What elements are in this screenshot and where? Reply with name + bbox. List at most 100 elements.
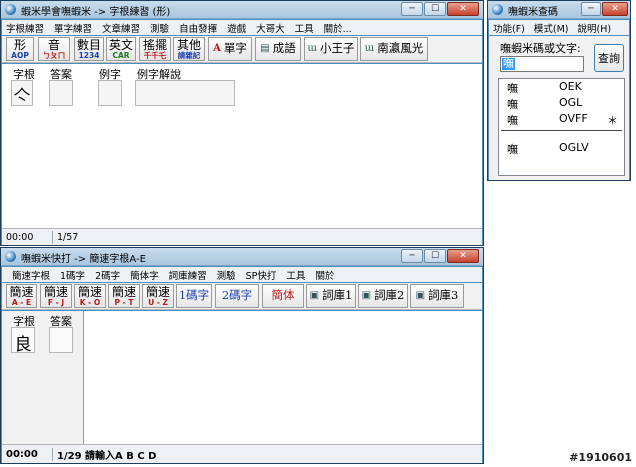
single-char-button[interactable]: A 單字 bbox=[208, 37, 252, 61]
tool-sublabel: ㄅㄆㄇ bbox=[42, 50, 66, 60]
root-char: 亽 bbox=[13, 87, 31, 107]
simplified-radicals-u-z-button[interactable]: 簡速 U - Z bbox=[142, 284, 174, 308]
maximize-button[interactable]: ☐ bbox=[424, 249, 446, 263]
minimize-button[interactable]: ─ bbox=[401, 249, 423, 263]
simplified-radicals-a-e-button[interactable]: 簡速 A - E bbox=[6, 284, 37, 308]
tool-sublabel: CAR bbox=[112, 50, 130, 60]
result-row[interactable]: 嘸 OGL bbox=[507, 96, 620, 111]
nanying-scenery-button[interactable]: ɯ 南瀛風光 bbox=[360, 37, 428, 61]
menu-item[interactable]: 關於 bbox=[315, 268, 334, 282]
tool-label: 簡速 bbox=[77, 284, 102, 299]
menu-item[interactable]: 文章練習 bbox=[102, 21, 140, 35]
dictionary-icon: ▣ bbox=[361, 290, 372, 301]
tool-label: 1碼字 bbox=[178, 288, 210, 303]
tool-sublabel: P - T bbox=[114, 297, 134, 307]
menu-item[interactable]: 說明(H) bbox=[578, 21, 612, 35]
simplified-radicals-f-j-button[interactable]: 簡速 F - J bbox=[40, 284, 72, 308]
menu-item[interactable]: 簡速字根 bbox=[12, 268, 50, 282]
menu-item[interactable]: SP快打 bbox=[246, 268, 277, 282]
lookup-input[interactable]: 嘸 bbox=[500, 56, 584, 72]
close-button[interactable]: ✕ bbox=[602, 2, 628, 16]
app-icon bbox=[492, 4, 503, 15]
query-button[interactable]: 查詢 bbox=[594, 44, 624, 72]
tool-label: 形 bbox=[13, 37, 26, 52]
tool-sublabel: A - E bbox=[11, 297, 32, 307]
dictionary-icon: ▣ bbox=[309, 290, 320, 301]
menu-item[interactable]: 2碼字 bbox=[95, 268, 120, 282]
tool-label: 2碼字 bbox=[221, 288, 253, 303]
result-row[interactable]: 嘸 OGLV bbox=[507, 141, 620, 156]
close-button[interactable]: ✕ bbox=[447, 2, 479, 16]
minimize-button[interactable]: ─ bbox=[401, 2, 423, 16]
menu-item[interactable]: 簡体字 bbox=[130, 268, 159, 282]
menu-item[interactable]: 自由發揮 bbox=[179, 21, 217, 35]
tool-label: 數目 bbox=[76, 37, 101, 52]
menu-item[interactable]: 單字練習 bbox=[54, 21, 92, 35]
tool-sublabel: F - J bbox=[47, 297, 65, 307]
book-icon: A bbox=[213, 43, 221, 54]
title-bar[interactable]: 嘸蝦米快打 -> 簡速字根A-E ─ ☐ ✕ bbox=[1, 248, 483, 266]
word-bank-1-button[interactable]: ▣ 詞庫1 bbox=[306, 284, 356, 308]
answer-field[interactable] bbox=[49, 80, 73, 106]
tool-sublabel: K - O bbox=[79, 297, 101, 307]
menu-item[interactable]: 工具 bbox=[286, 268, 305, 282]
tool-sublabel: 1234 bbox=[78, 50, 100, 60]
idiom-button[interactable]: ▤ 成語 bbox=[255, 37, 301, 61]
menu-item[interactable]: 大哥大 bbox=[256, 21, 285, 35]
minimize-button[interactable]: ─ bbox=[581, 2, 601, 16]
tool-label: 其他 bbox=[176, 37, 201, 52]
menu-item[interactable]: 關於... bbox=[324, 21, 352, 35]
tool-label: 詞庫1 bbox=[322, 288, 353, 303]
title-bar[interactable]: 蝦米學會嘸蝦米 -> 字根練習 (形) ─ ☐ ✕ bbox=[1, 1, 483, 19]
tool-label: 詞庫3 bbox=[428, 288, 459, 303]
quick-typing-window: 嘸蝦米快打 -> 簡速字根A-E ─ ☐ ✕ 簡速字根 1碼字 2碼字 簡体字 … bbox=[0, 247, 484, 464]
tool-label: 簡速 bbox=[43, 284, 68, 299]
menu-item[interactable]: 詞庫練習 bbox=[169, 268, 207, 282]
lookup-input-value: 嘸 bbox=[502, 57, 515, 70]
result-row[interactable]: 嘸 OEK bbox=[507, 80, 620, 95]
simplified-radicals-k-o-button[interactable]: 簡速 K - O bbox=[74, 284, 106, 308]
word-bank-3-button[interactable]: ▣ 詞庫3 bbox=[410, 284, 464, 308]
menu-item[interactable]: 1碼字 bbox=[60, 268, 85, 282]
one-code-char-button[interactable]: 1碼字 bbox=[176, 284, 212, 308]
menu-item[interactable]: 測驗 bbox=[217, 268, 236, 282]
code-lookup-window: 嘸蝦米查碼 ─ ✕ 功能(F) 模式(M) 說明(H) 嘸蝦米碼或文字: 嘸 查… bbox=[487, 0, 631, 181]
example-explain-field bbox=[135, 80, 235, 106]
title-bar[interactable]: 嘸蝦米查碼 ─ ✕ bbox=[488, 1, 630, 19]
app-icon bbox=[5, 251, 16, 262]
menu-item[interactable]: 模式(M) bbox=[534, 21, 569, 35]
tool-label: 單字 bbox=[223, 41, 247, 56]
result-code: OGL bbox=[559, 96, 583, 109]
progress-prompt: 1/29 請輸入A B C D bbox=[57, 450, 157, 462]
menu-bar: 簡速字根 1碼字 2碼字 簡体字 詞庫練習 測驗 SP快打 工具 關於 bbox=[2, 267, 482, 282]
menu-item[interactable]: 工具 bbox=[295, 21, 314, 35]
maximize-button[interactable]: ☐ bbox=[424, 2, 446, 16]
little-prince-button[interactable]: ɯ 小王子 bbox=[304, 37, 358, 61]
practice-area: 字根 答案 例字 例字解說 亽 bbox=[2, 64, 482, 228]
menu-item[interactable]: 功能(F) bbox=[493, 21, 525, 35]
result-row[interactable]: 嘸 OVFF ＊ bbox=[507, 112, 620, 127]
shape-radicals-button[interactable]: 形 AOP bbox=[6, 37, 34, 61]
simplified-radicals-p-t-button[interactable]: 簡速 P - T bbox=[108, 284, 140, 308]
number-radicals-button[interactable]: 數目 1234 bbox=[74, 37, 104, 61]
answer-field[interactable] bbox=[49, 327, 73, 353]
sound-radicals-button[interactable]: 音 ㄅㄆㄇ bbox=[38, 37, 70, 61]
toolbar: 形 AOP 音 ㄅㄆㄇ 數目 1234 英文 CAR 搖擺 千千乇 其他 請雜記… bbox=[2, 36, 482, 63]
simplified-char-button[interactable]: 簡体 bbox=[262, 284, 304, 308]
other-radicals-button[interactable]: 其他 請雜記 bbox=[173, 37, 205, 61]
result-code: OGLV bbox=[559, 141, 589, 154]
two-code-char-button[interactable]: 2碼字 bbox=[215, 284, 259, 308]
lookup-prompt: 嘸蝦米碼或文字: bbox=[500, 42, 581, 55]
menu-item[interactable]: 字根練習 bbox=[6, 21, 44, 35]
tool-sublabel: 請雜記 bbox=[177, 50, 201, 60]
lookup-panel: 嘸蝦米碼或文字: 嘸 查詢 嘸 OEK 嘸 OGL 嘸 OVFF ＊ 嘸 OGL… bbox=[489, 36, 629, 180]
close-button[interactable]: ✕ bbox=[447, 249, 479, 263]
root-display: 良 bbox=[11, 327, 35, 355]
swing-radicals-button[interactable]: 搖擺 千千乇 bbox=[139, 37, 171, 61]
window-title: 嘸蝦米快打 -> 簡速字根A-E bbox=[21, 254, 146, 265]
menu-item[interactable]: 測驗 bbox=[150, 21, 169, 35]
typing-area: 字根 答案 良 bbox=[2, 311, 482, 444]
word-bank-2-button[interactable]: ▣ 詞庫2 bbox=[358, 284, 408, 308]
menu-item[interactable]: 遊戲 bbox=[227, 21, 246, 35]
english-radicals-button[interactable]: 英文 CAR bbox=[106, 37, 136, 61]
